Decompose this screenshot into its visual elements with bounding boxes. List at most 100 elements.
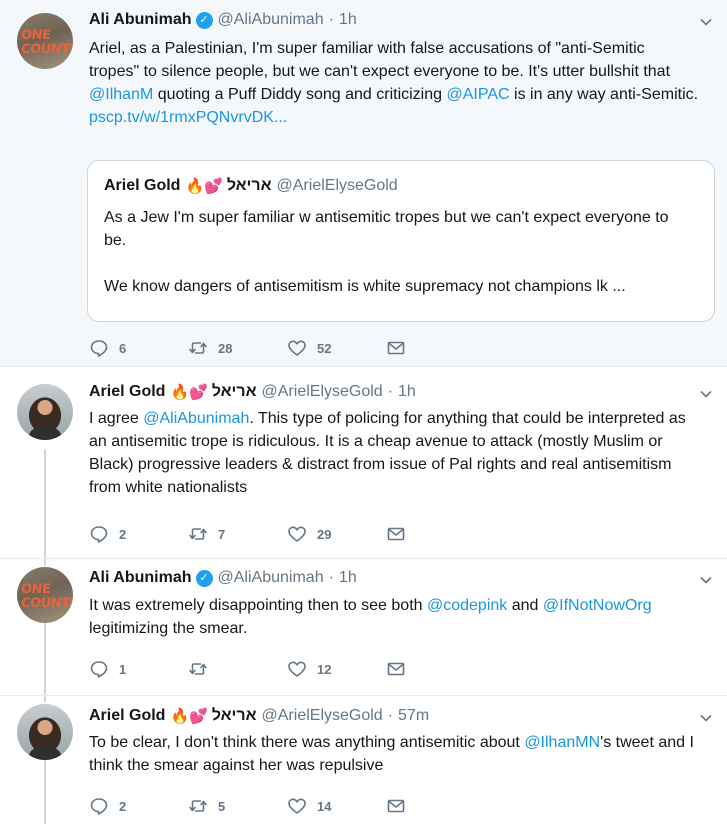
reply-count: 2 xyxy=(119,526,127,542)
reply-button[interactable]: 1 xyxy=(89,659,188,679)
avatar[interactable]: ONE COUNTRY xyxy=(17,13,73,69)
timestamp[interactable]: 1h xyxy=(339,569,357,587)
retweet-button[interactable]: 7 xyxy=(188,524,287,544)
direct-message-button[interactable] xyxy=(386,659,485,679)
mention-link[interactable]: @AliAbunimah xyxy=(143,410,249,427)
mention-link[interactable]: @AIPAC xyxy=(446,86,509,103)
like-button[interactable]: 14 xyxy=(287,796,386,816)
retweet-count: 28 xyxy=(218,340,233,356)
retweet-count: 7 xyxy=(218,526,226,542)
mention-link[interactable]: @IlhanM xyxy=(89,86,153,103)
reply-icon xyxy=(90,798,108,815)
mention-link[interactable]: @codepink xyxy=(427,597,507,614)
author-name[interactable]: Ali Abunimah xyxy=(89,11,192,29)
tweet[interactable]: Ariel Gold 🔥💕 אריאל @ArielElyseGold · 1h… xyxy=(0,367,727,559)
tweet-header: Ariel Gold 🔥💕 אריאל @ArielElyseGold · 57… xyxy=(89,707,430,725)
timestamp[interactable]: 57m xyxy=(398,707,429,725)
direct-message-button[interactable] xyxy=(386,524,485,544)
like-button[interactable]: 29 xyxy=(287,524,386,544)
timestamp[interactable]: 1h xyxy=(398,383,416,401)
author-handle[interactable]: @AliAbunimah xyxy=(218,11,324,29)
reply-icon xyxy=(90,340,108,357)
tweet-header: Ali Abunimah ✓ @AliAbunimah · 1h xyxy=(89,11,357,29)
tweet-text-run: I agree xyxy=(89,410,144,427)
author-name[interactable]: Ariel Gold xyxy=(89,707,165,725)
fire-heart-emoji-icon: 🔥💕 xyxy=(170,708,208,725)
tweet[interactable]: ONE COUNTRY Ali Abunimah ✓ @AliAbunimah … xyxy=(0,559,727,696)
mention-link[interactable]: @IfNotNowOrg xyxy=(543,597,652,614)
tweet-text-run: is in any way anti-Semitic. xyxy=(509,86,699,103)
reply-button[interactable]: 6 xyxy=(89,338,188,358)
timestamp[interactable]: 1h xyxy=(339,11,357,29)
tweet[interactable]: Ariel Gold 🔥💕 אריאל @ArielElyseGold · 57… xyxy=(0,696,727,824)
tweet-actions: 6 28 52 xyxy=(89,337,485,359)
reply-button[interactable]: 2 xyxy=(89,796,188,816)
avatar[interactable] xyxy=(17,704,73,760)
quoted-author-hebrew-name: אריאל xyxy=(226,177,272,194)
tweet-header: Ariel Gold 🔥💕 אריאל @ArielElyseGold · 1h xyxy=(89,383,416,401)
quoted-tweet-header: Ariel Gold 🔥💕 אריאל @ArielElyseGold xyxy=(104,177,398,195)
tweet[interactable]: ONE COUNTRY Ali Abunimah ✓ @AliAbunimah … xyxy=(0,0,727,367)
reply-count: 2 xyxy=(119,798,127,814)
avatar[interactable] xyxy=(17,384,73,440)
chevron-down-icon[interactable] xyxy=(699,711,713,725)
retweet-button[interactable] xyxy=(188,659,287,679)
author-handle[interactable]: @ArielElyseGold xyxy=(262,383,383,401)
mention-link[interactable]: @IlhanMN xyxy=(524,734,600,751)
author-handle[interactable]: @AliAbunimah xyxy=(218,569,324,587)
tweet-text-run: and xyxy=(507,597,543,614)
message-icon xyxy=(387,662,405,676)
like-button[interactable]: 52 xyxy=(287,338,386,358)
reply-icon xyxy=(90,661,108,678)
reply-icon xyxy=(90,526,108,543)
fire-heart-emoji-icon: 🔥💕 xyxy=(170,384,208,401)
tweet-actions: 2 7 29 xyxy=(89,523,485,545)
tweet-text: Ariel, as a Palestinian, I'm super famil… xyxy=(89,37,699,129)
url-link[interactable]: pscp.tv/w/1rmxPQNvrvDK... xyxy=(89,109,287,126)
like-count: 29 xyxy=(317,526,332,542)
tweet-header: Ali Abunimah ✓ @AliAbunimah · 1h xyxy=(89,569,357,587)
like-icon xyxy=(288,340,306,356)
direct-message-button[interactable] xyxy=(386,796,485,816)
retweet-icon xyxy=(189,528,207,540)
avatar[interactable]: ONE COUNTRY xyxy=(17,567,73,623)
retweet-icon xyxy=(189,663,207,675)
author-name[interactable]: Ariel Gold xyxy=(89,383,165,401)
direct-message-button[interactable] xyxy=(386,338,485,358)
like-icon xyxy=(288,798,306,814)
message-icon xyxy=(387,527,405,541)
author-name[interactable]: Ali Abunimah xyxy=(89,569,192,587)
reply-count: 6 xyxy=(119,340,127,356)
author-hebrew-name: אריאל xyxy=(211,707,257,724)
retweet-icon xyxy=(189,342,207,354)
like-count: 12 xyxy=(317,661,332,677)
retweet-button[interactable]: 28 xyxy=(188,338,287,358)
chevron-down-icon[interactable] xyxy=(699,387,713,401)
tweet-text: I agree @AliAbunimah. This type of polic… xyxy=(89,407,699,499)
quoted-tweet[interactable]: Ariel Gold 🔥💕 אריאל @ArielElyseGold As a… xyxy=(87,160,715,322)
like-count: 52 xyxy=(317,340,332,356)
quoted-author-name: Ariel Gold xyxy=(104,177,181,194)
verified-badge-icon: ✓ xyxy=(195,569,213,587)
tweet-text-run: To be clear, I don't think there was any… xyxy=(89,734,525,751)
fire-heart-emoji-icon: 🔥💕 xyxy=(185,178,223,195)
tweet-text-run: Ariel, as a Palestinian, I'm super famil… xyxy=(89,40,671,80)
author-handle[interactable]: @ArielElyseGold xyxy=(262,707,383,725)
tweet-text: It was extremely disappointing then to s… xyxy=(89,594,699,640)
retweet-button[interactable]: 5 xyxy=(188,796,287,816)
like-button[interactable]: 12 xyxy=(287,659,386,679)
tweet-text-run: It was extremely disappointing then to s… xyxy=(89,597,427,614)
verified-badge-icon: ✓ xyxy=(195,11,213,29)
retweet-count: 5 xyxy=(218,798,226,814)
reply-count: 1 xyxy=(119,661,127,677)
tweet-text-run: quoting a Puff Diddy song and criticizin… xyxy=(153,86,447,103)
retweet-icon xyxy=(189,800,207,812)
quoted-author-handle: @ArielElyseGold xyxy=(276,177,398,194)
chevron-down-icon[interactable] xyxy=(699,15,713,29)
chevron-down-icon[interactable] xyxy=(699,573,713,587)
message-icon xyxy=(387,341,405,355)
tweet-text: To be clear, I don't think there was any… xyxy=(89,731,699,777)
reply-button[interactable]: 2 xyxy=(89,524,188,544)
author-hebrew-name: אריאל xyxy=(211,383,257,400)
tweet-actions: 1 12 xyxy=(89,658,485,680)
